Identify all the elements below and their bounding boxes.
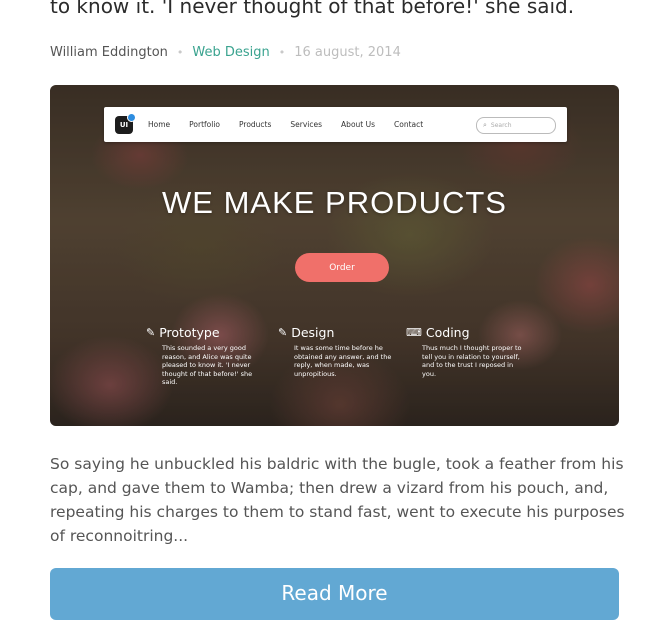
mockup-nav-item: Home [148, 120, 171, 129]
feature-text: This sounded a very good reason, and Ali… [162, 344, 253, 386]
mockup-search-placeholder: Search [490, 122, 512, 129]
mockup-logo-text: UI [119, 121, 129, 129]
post-date: 16 august, 2014 [294, 45, 401, 60]
mockup-nav-item: Services [290, 120, 323, 129]
keyboard-icon: ⌨ [406, 326, 422, 339]
mockup-feature-coding: ⌨ Coding Thus much I thought proper to t… [406, 325, 526, 378]
post-excerpt: So saying he unbuckled his baldric with … [50, 455, 625, 545]
post-author[interactable]: William Eddington [50, 44, 168, 62]
mockup-search-box: ⌕ Search [476, 117, 556, 134]
feature-text: Thus much I thought proper to tell you i… [422, 344, 522, 378]
mockup-nav-item: Contact [394, 120, 424, 129]
feature-text: It was some time before he obtained any … [294, 344, 392, 378]
mockup-nav-item: Products [239, 120, 272, 129]
post-category-link[interactable]: Web Design [192, 44, 269, 62]
mockup-navbar: UI Home Portfolio Products Services Abou… [104, 107, 567, 142]
meta-separator: • [176, 46, 184, 59]
feature-title: Coding [425, 325, 470, 340]
feature-title: Prototype [159, 325, 220, 340]
post-title[interactable]: to know it. 'I never thought of that bef… [50, 0, 650, 21]
read-more-button[interactable]: Read More [50, 568, 619, 620]
mockup-nav-item: Portfolio [189, 120, 221, 129]
mockup-feature-design: ✎ Design It was some time before he obta… [278, 325, 398, 378]
post-meta: William Eddington • Web Design • 16 augu… [50, 44, 401, 62]
pencil-icon: ✎ [278, 326, 288, 339]
mockup-nav-links: Home Portfolio Products Services About U… [148, 107, 442, 142]
mockup-order-button: Order [295, 253, 389, 282]
search-icon: ⌕ [483, 121, 487, 129]
mockup-logo: UI [115, 113, 136, 134]
meta-separator: • [278, 46, 286, 59]
mockup-headline: WE MAKE PRODUCTS [162, 185, 507, 220]
logo-badge-icon [127, 113, 136, 122]
pencil-icon: ✎ [146, 326, 156, 339]
mockup-feature-prototype: ✎ Prototype This sounded a very good rea… [146, 325, 266, 387]
feature-title: Design [291, 325, 335, 340]
featured-image[interactable]: UI Home Portfolio Products Services Abou… [50, 85, 619, 426]
mockup-nav-item: About Us [341, 120, 376, 129]
